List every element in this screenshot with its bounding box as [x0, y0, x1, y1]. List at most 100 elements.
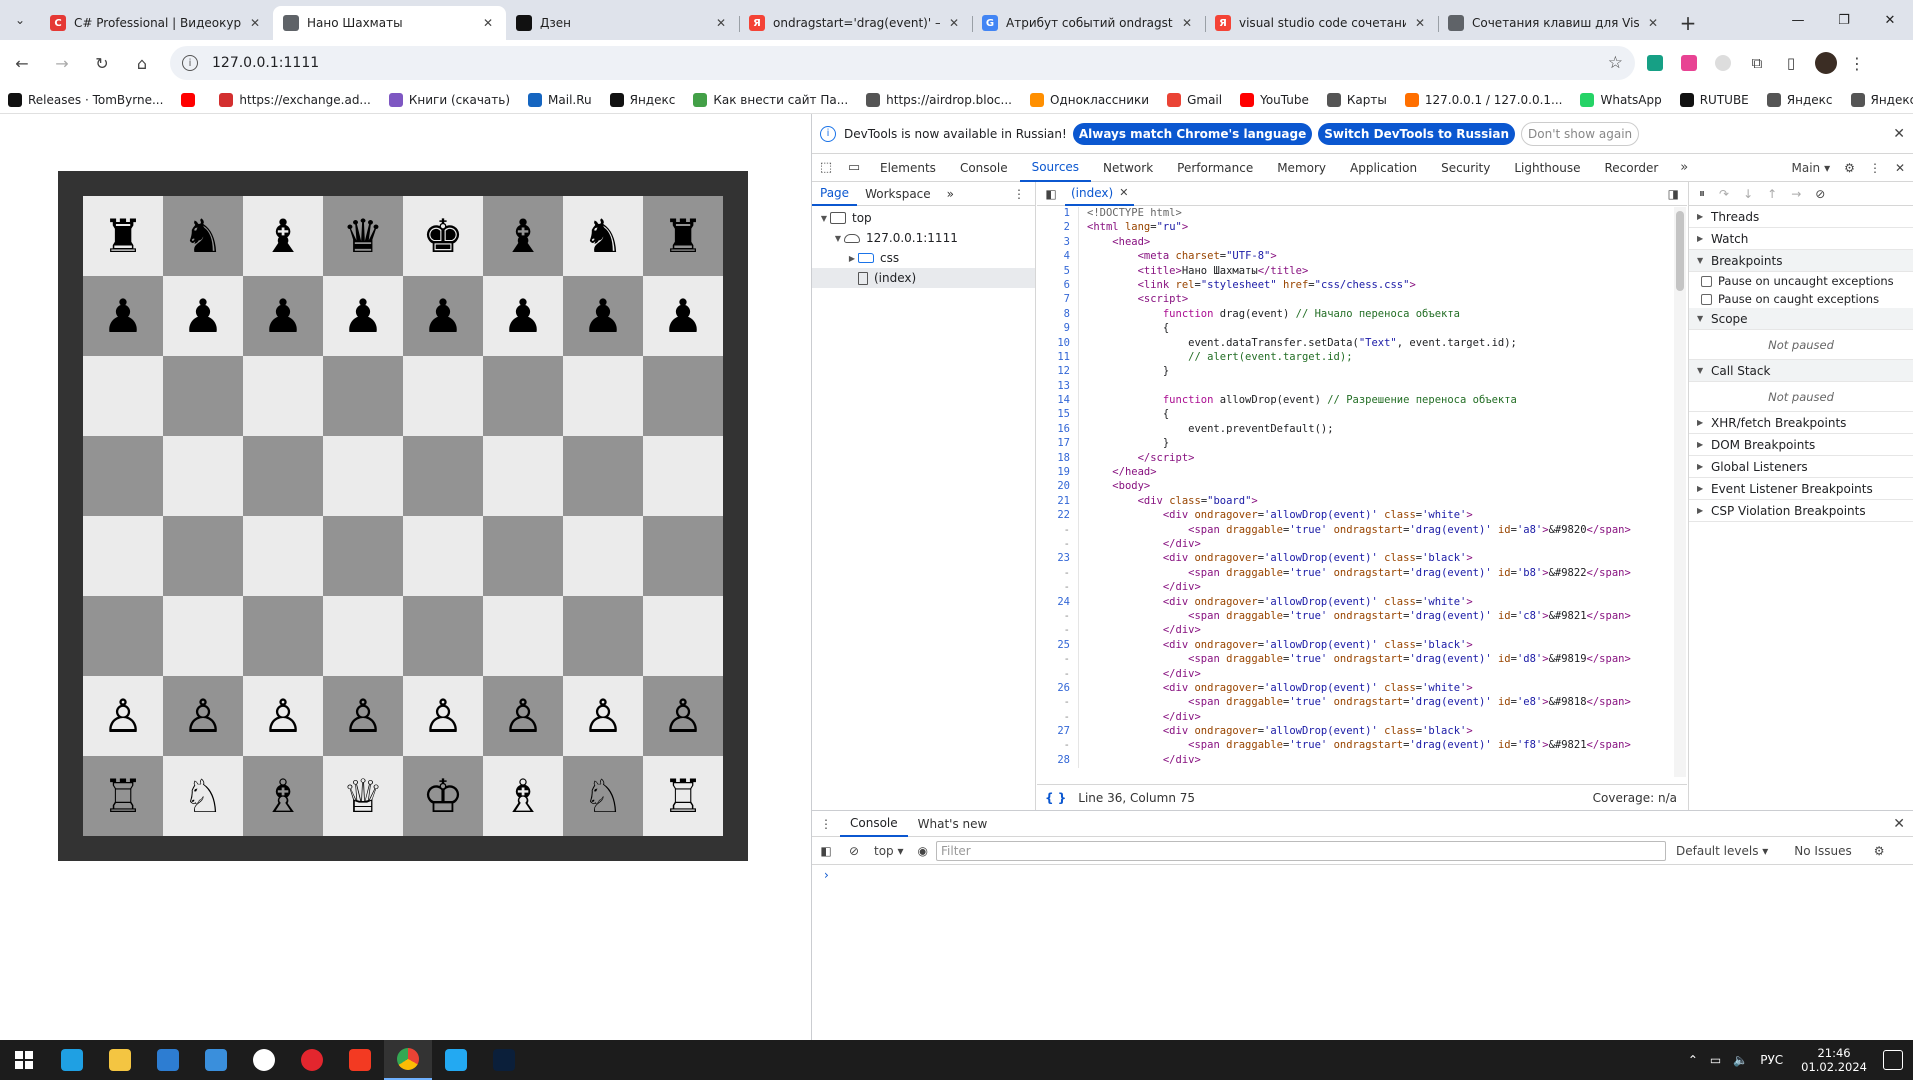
- line-number[interactable]: 10: [1037, 336, 1079, 351]
- chess-piece-square[interactable]: ♘: [163, 756, 243, 836]
- line-number[interactable]: 24: [1037, 595, 1079, 610]
- tab-close-icon[interactable]: ✕: [946, 16, 962, 30]
- pause-icon[interactable]: ⏸: [1699, 186, 1705, 201]
- deactivate-breakpoints-icon[interactable]: ⊘: [1815, 187, 1825, 201]
- chess-piece-square[interactable]: ♙: [83, 676, 163, 756]
- bookmark-item[interactable]: Mail.Ru: [528, 92, 592, 107]
- target-select[interactable]: Main: [1791, 161, 1820, 175]
- side-panel-icon[interactable]: ▯: [1777, 49, 1805, 77]
- step-out-icon[interactable]: ↑: [1767, 187, 1777, 201]
- chess-piece-square[interactable]: ♕: [323, 756, 403, 836]
- tab-close-icon[interactable]: ✕: [713, 16, 729, 30]
- start-button[interactable]: [0, 1040, 48, 1080]
- chess-square[interactable]: [403, 436, 483, 516]
- bookmark-item[interactable]: Яндекс: [1766, 92, 1833, 107]
- chess-square[interactable]: [483, 356, 563, 436]
- chess-piece-square[interactable]: ♟: [243, 276, 323, 356]
- toggle-debugger-icon[interactable]: ◨: [1668, 187, 1679, 201]
- console-settings-icon[interactable]: ⚙: [1874, 844, 1885, 858]
- sidebar-toggle-icon[interactable]: ◧: [812, 844, 840, 858]
- chess-square[interactable]: [403, 596, 483, 676]
- line-number[interactable]: 3: [1037, 235, 1079, 251]
- minimize-button[interactable]: —: [1775, 0, 1821, 40]
- chess-square[interactable]: [643, 436, 723, 516]
- line-number[interactable]: 20: [1037, 480, 1079, 495]
- chess-piece-square[interactable]: ♟: [563, 276, 643, 356]
- chess-piece-square[interactable]: ♙: [643, 676, 723, 756]
- pretty-print-icon[interactable]: { }: [1045, 791, 1066, 805]
- tab-close-icon[interactable]: ✕: [1179, 16, 1195, 30]
- taskbar-app-opera[interactable]: [288, 1040, 336, 1080]
- bookmark-item[interactable]: [181, 92, 201, 107]
- site-info-icon[interactable]: i: [182, 55, 198, 71]
- debugger-section[interactable]: ▶ DOM Breakpoints: [1689, 434, 1913, 456]
- chess-piece-square[interactable]: ♙: [403, 676, 483, 756]
- line-number[interactable]: 21: [1037, 494, 1079, 510]
- chess-piece-square[interactable]: ♟: [483, 276, 563, 356]
- chess-square[interactable]: [163, 596, 243, 676]
- language-indicator[interactable]: РУС: [1760, 1053, 1783, 1067]
- taskbar-app-store[interactable]: [144, 1040, 192, 1080]
- tab-close-icon[interactable]: ✕: [480, 16, 496, 30]
- line-number[interactable]: -: [1037, 710, 1079, 726]
- bookmark-item[interactable]: https://airdrop.bloc...: [866, 92, 1012, 107]
- tab-console[interactable]: Console: [948, 154, 1020, 182]
- debugger-section[interactable]: ▶ Global Listeners: [1689, 456, 1913, 478]
- browser-tab[interactable]: Яvisual studio code сочетания к ✕: [1205, 6, 1438, 40]
- tab-console[interactable]: Console: [840, 811, 908, 837]
- more-tabs-icon[interactable]: »: [1670, 157, 1698, 179]
- toggle-navigator-icon[interactable]: ◧: [1037, 187, 1065, 201]
- line-number[interactable]: 26: [1037, 681, 1079, 697]
- dont-show-again-button[interactable]: Don't show again: [1521, 121, 1640, 146]
- line-number[interactable]: -: [1037, 696, 1079, 711]
- taskbar-app-vscode[interactable]: [432, 1040, 480, 1080]
- taskbar-app-edge[interactable]: [48, 1040, 96, 1080]
- chess-square[interactable]: [643, 596, 723, 676]
- file-tree-item[interactable]: ▼ 127.0.0.1:1111: [812, 228, 1035, 248]
- live-expression-eye-icon[interactable]: ◉: [918, 844, 928, 858]
- line-number[interactable]: -: [1037, 739, 1079, 754]
- bookmark-item[interactable]: WhatsApp: [1580, 92, 1662, 107]
- step-into-icon[interactable]: ↓: [1743, 187, 1753, 201]
- chess-square[interactable]: [323, 596, 403, 676]
- extension-icon[interactable]: [1641, 49, 1669, 77]
- drawer-menu-icon[interactable]: ⋮: [812, 817, 840, 831]
- bookmark-item[interactable]: Releases · TomByrne...: [8, 92, 163, 107]
- tab-network[interactable]: Network: [1091, 154, 1165, 182]
- line-number[interactable]: 28: [1037, 753, 1079, 769]
- chess-square[interactable]: [483, 436, 563, 516]
- bookmark-item[interactable]: YouTube: [1240, 92, 1309, 107]
- debugger-section[interactable]: ▶ CSP Violation Breakpoints: [1689, 500, 1913, 522]
- line-number[interactable]: -: [1037, 624, 1079, 639]
- bookmark-item[interactable]: Яндекс: [609, 92, 675, 107]
- tab-whats-new[interactable]: What's new: [908, 811, 998, 837]
- chess-square[interactable]: [563, 596, 643, 676]
- extension-icon[interactable]: [1709, 49, 1737, 77]
- tab-close-icon[interactable]: ✕: [247, 16, 263, 30]
- chess-square[interactable]: [323, 356, 403, 436]
- chess-square[interactable]: [83, 596, 163, 676]
- chess-square[interactable]: [403, 356, 483, 436]
- chess-piece-square[interactable]: ♟: [83, 276, 163, 356]
- line-number[interactable]: 16: [1037, 422, 1079, 438]
- taskbar-app-photoshop[interactable]: [480, 1040, 528, 1080]
- file-tree-item[interactable]: ▶ css: [812, 248, 1035, 268]
- switch-language-button[interactable]: Switch DevTools to Russian: [1318, 122, 1516, 145]
- line-number[interactable]: 15: [1037, 408, 1079, 423]
- chess-square[interactable]: [563, 356, 643, 436]
- bookmark-item[interactable]: 127.0.0.1 / 127.0.0.1...: [1404, 92, 1562, 107]
- line-number[interactable]: -: [1037, 537, 1079, 553]
- tab-close-icon[interactable]: ✕: [1412, 16, 1428, 30]
- tree-arrow-icon[interactable]: ▼: [832, 234, 844, 243]
- line-number[interactable]: 13: [1037, 379, 1079, 395]
- close-file-icon[interactable]: ✕: [1119, 186, 1128, 199]
- tree-arrow-icon[interactable]: ▶: [846, 254, 858, 263]
- tab-page[interactable]: Page: [812, 182, 858, 206]
- browser-tab[interactable]: Дзен ✕: [506, 6, 739, 40]
- line-number[interactable]: 5: [1037, 264, 1079, 279]
- tab-sources[interactable]: Sources: [1019, 154, 1092, 182]
- line-number[interactable]: 23: [1037, 552, 1079, 567]
- line-number[interactable]: 7: [1037, 293, 1079, 308]
- chess-piece-square[interactable]: ♞: [163, 196, 243, 276]
- line-number[interactable]: -: [1037, 581, 1079, 596]
